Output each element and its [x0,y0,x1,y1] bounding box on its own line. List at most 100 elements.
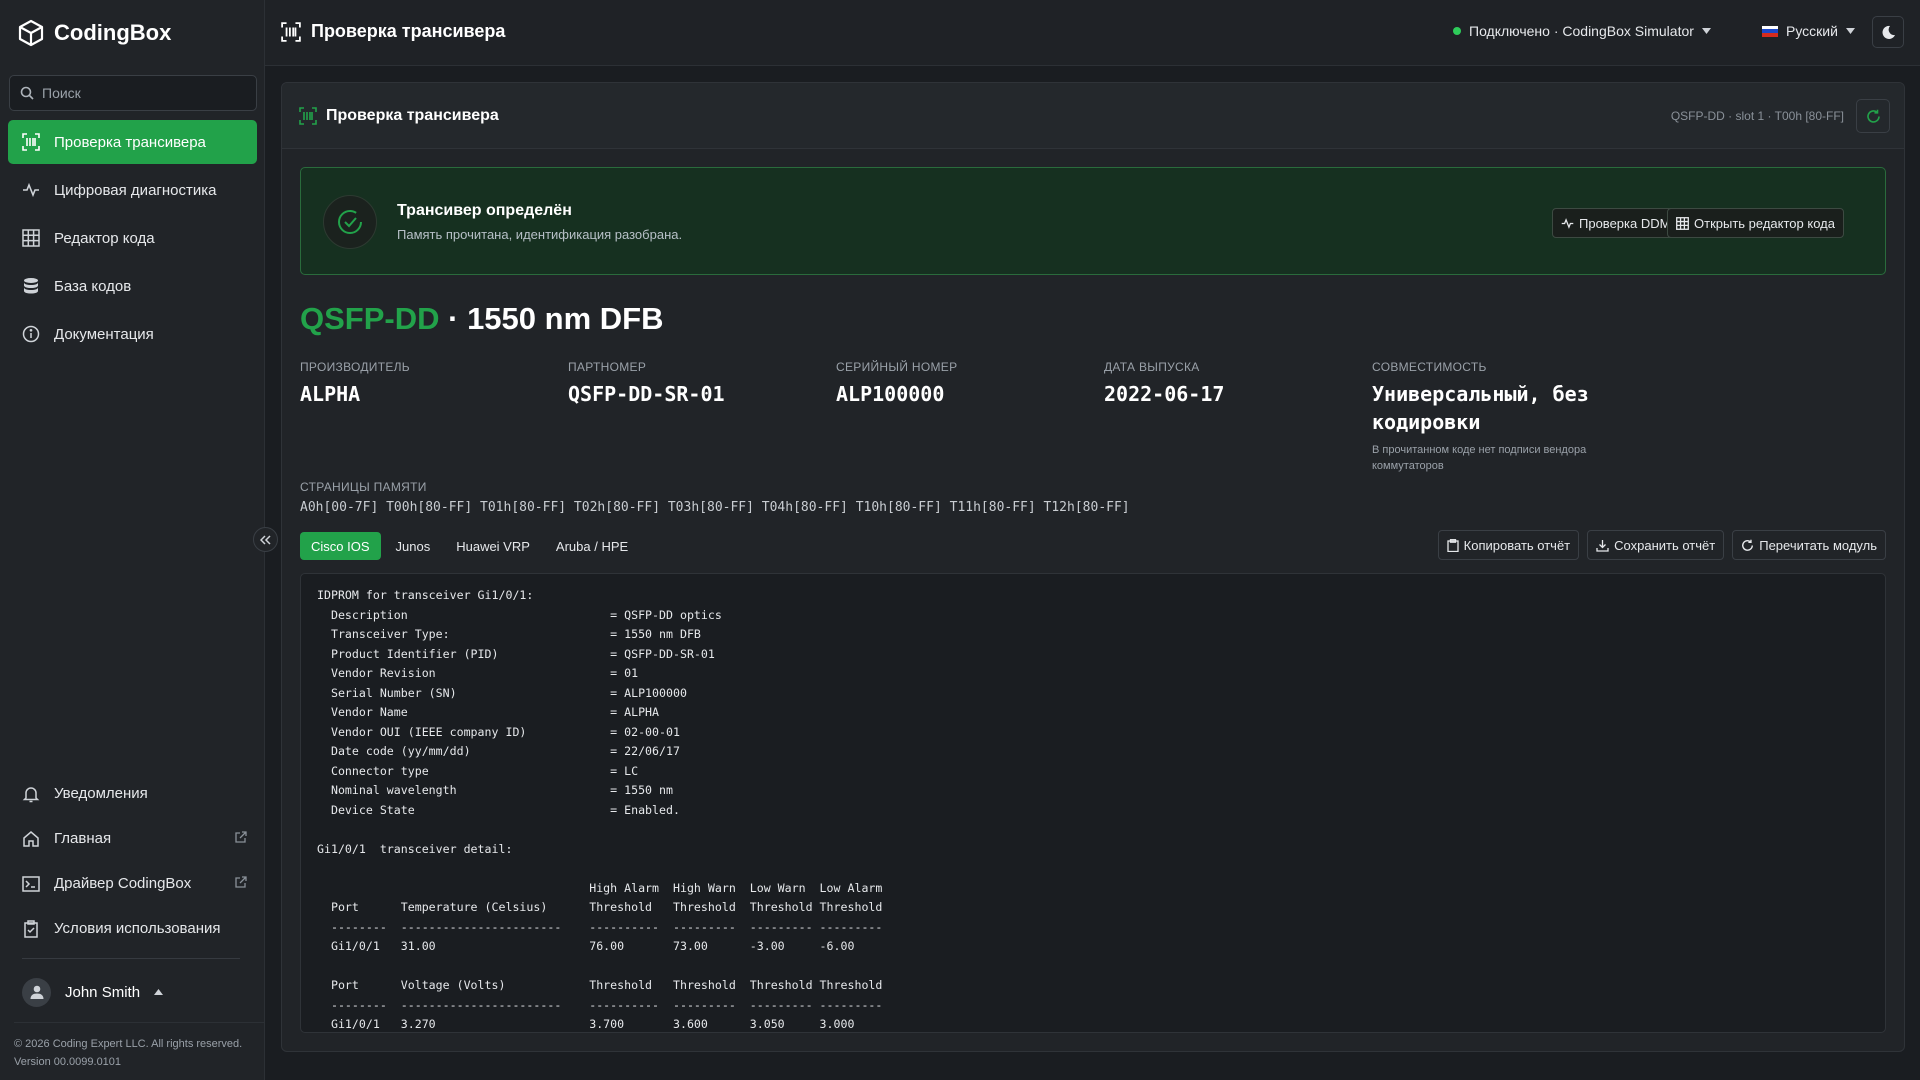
tab-huawei-vrp[interactable]: Huawei VRP [445,532,541,560]
activity-icon [22,181,40,199]
report-text: IDPROM for transceiver Gi1/0/1: Descript… [317,588,883,1031]
footer: © 2026 Coding Expert LLC. All rights res… [14,1022,264,1071]
form-factor: QSFP-DD [300,301,440,336]
cube-logo-icon [18,19,44,47]
sidebar-item-driver[interactable]: Драйвер CodingBox [8,863,257,904]
russian-flag-icon [1762,25,1778,37]
copyright-text: © 2026 Coding Expert LLC. All rights res… [14,1038,243,1050]
sidebar-item-documentation[interactable]: Документация [8,312,257,356]
caret-down-icon [1845,28,1855,34]
user-menu[interactable]: John Smith [22,977,164,1007]
sidebar: CodingBox Проверка трансивера Цифровая д… [0,0,265,1080]
report-actions: Копировать отчёт Сохранить отчёт Перечит… [1437,530,1886,560]
search-input[interactable] [42,85,232,101]
transceiver-panel: Проверка трансивера QSFP-DD · slot 1 · T… [281,82,1905,1052]
tab-aruba-hpe[interactable]: Aruba / HPE [545,532,639,560]
scan-icon [281,21,301,42]
refresh-icon [1741,539,1754,552]
connection-label: Подключено · CodingBox Simulator [1469,23,1694,39]
memory-pages: Страницы памяти A0h[00-7F] T00h[80-FF] T… [300,480,1130,515]
serial-number-label: Серийный номер [836,360,958,374]
user-name: John Smith [65,983,141,1001]
brand[interactable]: CodingBox [18,18,171,48]
search-icon [20,86,34,100]
panel-title-text: Проверка трансивера [326,107,499,124]
caret-up-icon [154,989,164,995]
caret-down-icon [1701,28,1711,34]
part-number-field: Партномер QSFP-DD-SR-01 [568,360,828,408]
sidebar-item-code-editor[interactable]: Редактор кода [8,216,257,260]
alert-subtitle: Память прочитана, идентификация разобран… [397,227,683,242]
panel-header: Проверка трансивера QSFP-DD · slot 1 · T… [282,83,1904,149]
chevrons-left-icon [260,534,271,545]
manufacturer-value: ALPHA [300,382,361,406]
compatibility-value: Универсальный, без кодировки [1372,382,1589,434]
connection-dropdown[interactable]: Подключено · CodingBox Simulator [1453,23,1711,39]
search-box[interactable] [9,75,257,111]
panel-title: Проверка трансивера [299,107,499,125]
database-icon [22,277,40,295]
scan-green-icon [299,107,317,125]
theme-toggle-button[interactable] [1872,16,1904,48]
part-number-value: QSFP-DD-SR-01 [568,382,725,406]
memory-pages-label: Страницы памяти [300,480,427,494]
main-nav: Проверка трансивера Цифровая диагностика… [8,120,257,360]
module-location: QSFP-DD · slot 1 · T00h [80-FF] [1670,109,1844,123]
sidebar-item-label: Уведомления [54,785,148,802]
sidebar-divider [22,958,240,959]
compatibility-field: Совместимость Универсальный, без кодиров… [1372,360,1622,474]
copy-report-button[interactable]: Копировать отчёт [1437,530,1580,560]
ddm-check-button[interactable]: Проверка DDM [1552,208,1680,238]
open-code-editor-label: Открыть редактор кода [1694,215,1835,231]
copy-report-label: Копировать отчёт [1463,537,1571,553]
sidebar-item-digital-diagnostics[interactable]: Цифровая диагностика [8,168,257,212]
sidebar-item-notifications[interactable]: Уведомления [8,773,257,814]
manufacturer-label: Производитель [300,360,410,374]
info-icon [22,325,40,343]
clipboard-icon [1447,538,1459,552]
compatibility-note: В прочитанном коде нет подписи вендора к… [1372,444,1587,472]
tab-junos[interactable]: Junos [385,532,442,560]
ddm-check-label: Проверка DDM [1579,215,1671,231]
save-report-button[interactable]: Сохранить отчёт [1587,530,1725,560]
refresh-button[interactable] [1856,99,1890,133]
sidebar-item-terms[interactable]: Условия использования [8,908,257,949]
date-field: Дата выпуска 2022-06-17 [1104,360,1364,408]
success-alert: Трансивер определён Память прочитана, ид… [300,167,1886,275]
sidebar-collapse-button[interactable] [253,527,278,552]
sidebar-item-label: Драйвер CodingBox [54,875,192,892]
sidebar-item-code-database[interactable]: База кодов [8,264,257,308]
language-dropdown[interactable]: Русский [1762,23,1855,39]
date-value: 2022-06-17 [1104,382,1225,406]
serial-number-value: ALP100000 [836,382,945,406]
sidebar-item-label: Документация [54,325,154,343]
bell-icon [22,785,40,803]
activity-icon [1561,217,1574,230]
reread-module-label: Перечитать модуль [1759,537,1877,553]
reread-module-button[interactable]: Перечитать модуль [1732,530,1886,560]
scan-icon [22,133,40,151]
download-icon [1596,539,1609,552]
sidebar-item-home[interactable]: Главная [8,818,257,859]
heading-separator: · [439,301,468,336]
language-label: Русский [1786,23,1838,39]
sidebar-item-label: Цифровая диагностика [54,181,217,199]
top-header: Проверка трансивера Подключено · CodingB… [265,0,1920,66]
serial-number-field: Серийный номер ALP100000 [836,360,1096,408]
open-code-editor-button[interactable]: Открыть редактор кода [1667,208,1844,238]
report-output[interactable]: IDPROM for transceiver Gi1/0/1: Descript… [300,573,1886,1033]
clipboard-check-icon [22,919,40,938]
home-icon [22,830,40,848]
part-number-label: Партномер [568,360,647,374]
brand-name: CodingBox [54,20,172,45]
module-heading: QSFP-DD · 1550 nm DFB [300,301,663,337]
sidebar-item-label: Условия использования [54,920,221,937]
moon-icon [1881,25,1896,40]
alert-title: Трансивер определён [397,202,572,219]
sidebar-item-label: Проверка трансивера [54,133,206,151]
tab-cisco-ios[interactable]: Cisco IOS [300,532,381,560]
terminal-icon [22,875,40,893]
sidebar-item-label: Редактор кода [54,229,155,247]
module-type: 1550 nm DFB [467,301,664,336]
sidebar-item-transceiver-check[interactable]: Проверка трансивера [8,120,257,164]
